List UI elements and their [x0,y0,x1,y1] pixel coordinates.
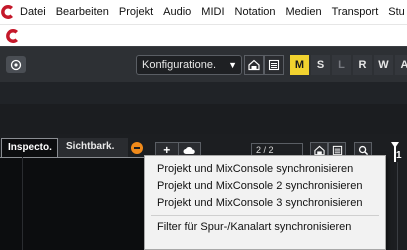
window-title-strip [0,24,407,46]
solo-button[interactable]: S [311,55,330,75]
listen-button[interactable]: L [332,55,351,75]
camera-icon [248,59,260,71]
menu-bar: Datei Bearbeiten Projekt Audio MIDI Nota… [0,0,407,24]
menu-bearbeiten[interactable]: Bearbeiten [51,0,114,24]
zone-menu-icon[interactable] [131,142,143,154]
mute-button[interactable]: M [290,55,309,75]
sync-dropdown-menu: Projekt und MixConsole synchronisieren P… [144,155,386,250]
power-icon [10,59,22,70]
menu-separator [151,215,379,216]
ruler-band [0,82,407,104]
read-automation-button[interactable]: R [353,55,372,75]
menu-datei[interactable]: Datei [16,0,51,24]
project-cursor-marker[interactable]: 1 [383,142,407,162]
list-icon [332,145,342,155]
configurations-label: Konfiguratione. [142,59,216,71]
configuration-list-button[interactable] [264,55,284,75]
list-icon [268,59,280,71]
menu-notation[interactable]: Notation [230,0,281,24]
cloud-icon [183,147,195,154]
automation-mode-button[interactable]: A [395,55,407,75]
marker-number: 1 [396,150,402,161]
menu-audio[interactable]: Audio [158,0,196,24]
configurations-select[interactable]: Konfiguratione. ▼ [136,55,242,75]
menu-projekt[interactable]: Projekt [114,0,158,24]
tab-visibility[interactable]: Sichtbark. [58,138,128,158]
menu-medien[interactable]: Medien [281,0,327,24]
dropdown-arrow-icon: ▼ [228,60,237,70]
window-logo-icon [0,25,26,47]
camera-icon [313,145,325,155]
tab-inspector[interactable]: Inspecto. [1,138,58,158]
menu-item-sync-mixconsole-2[interactable]: Projekt und MixConsole 2 synchronisieren [145,178,385,195]
menu-transport[interactable]: Transport [327,0,384,24]
cubase-logo-icon[interactable] [0,0,16,24]
menu-studio[interactable]: Stu [383,0,407,24]
menu-item-sync-mixconsole-3[interactable]: Projekt und MixConsole 3 synchronisieren [145,195,385,212]
info-band [0,104,407,134]
write-automation-button[interactable]: W [374,55,393,75]
inspector-panel [0,157,152,250]
activate-project-button[interactable] [6,56,26,73]
project-toolbar: Konfiguratione. ▼ M S L R W A [0,46,407,82]
menu-item-sync-track-filter[interactable]: Filter für Spur-/Kanalart synchronisiere… [145,219,385,236]
menu-item-sync-mixconsole-1[interactable]: Projekt und MixConsole synchronisieren [145,161,385,178]
search-icon [358,145,368,155]
store-configuration-button[interactable] [244,55,264,75]
menu-midi[interactable]: MIDI [196,0,229,24]
